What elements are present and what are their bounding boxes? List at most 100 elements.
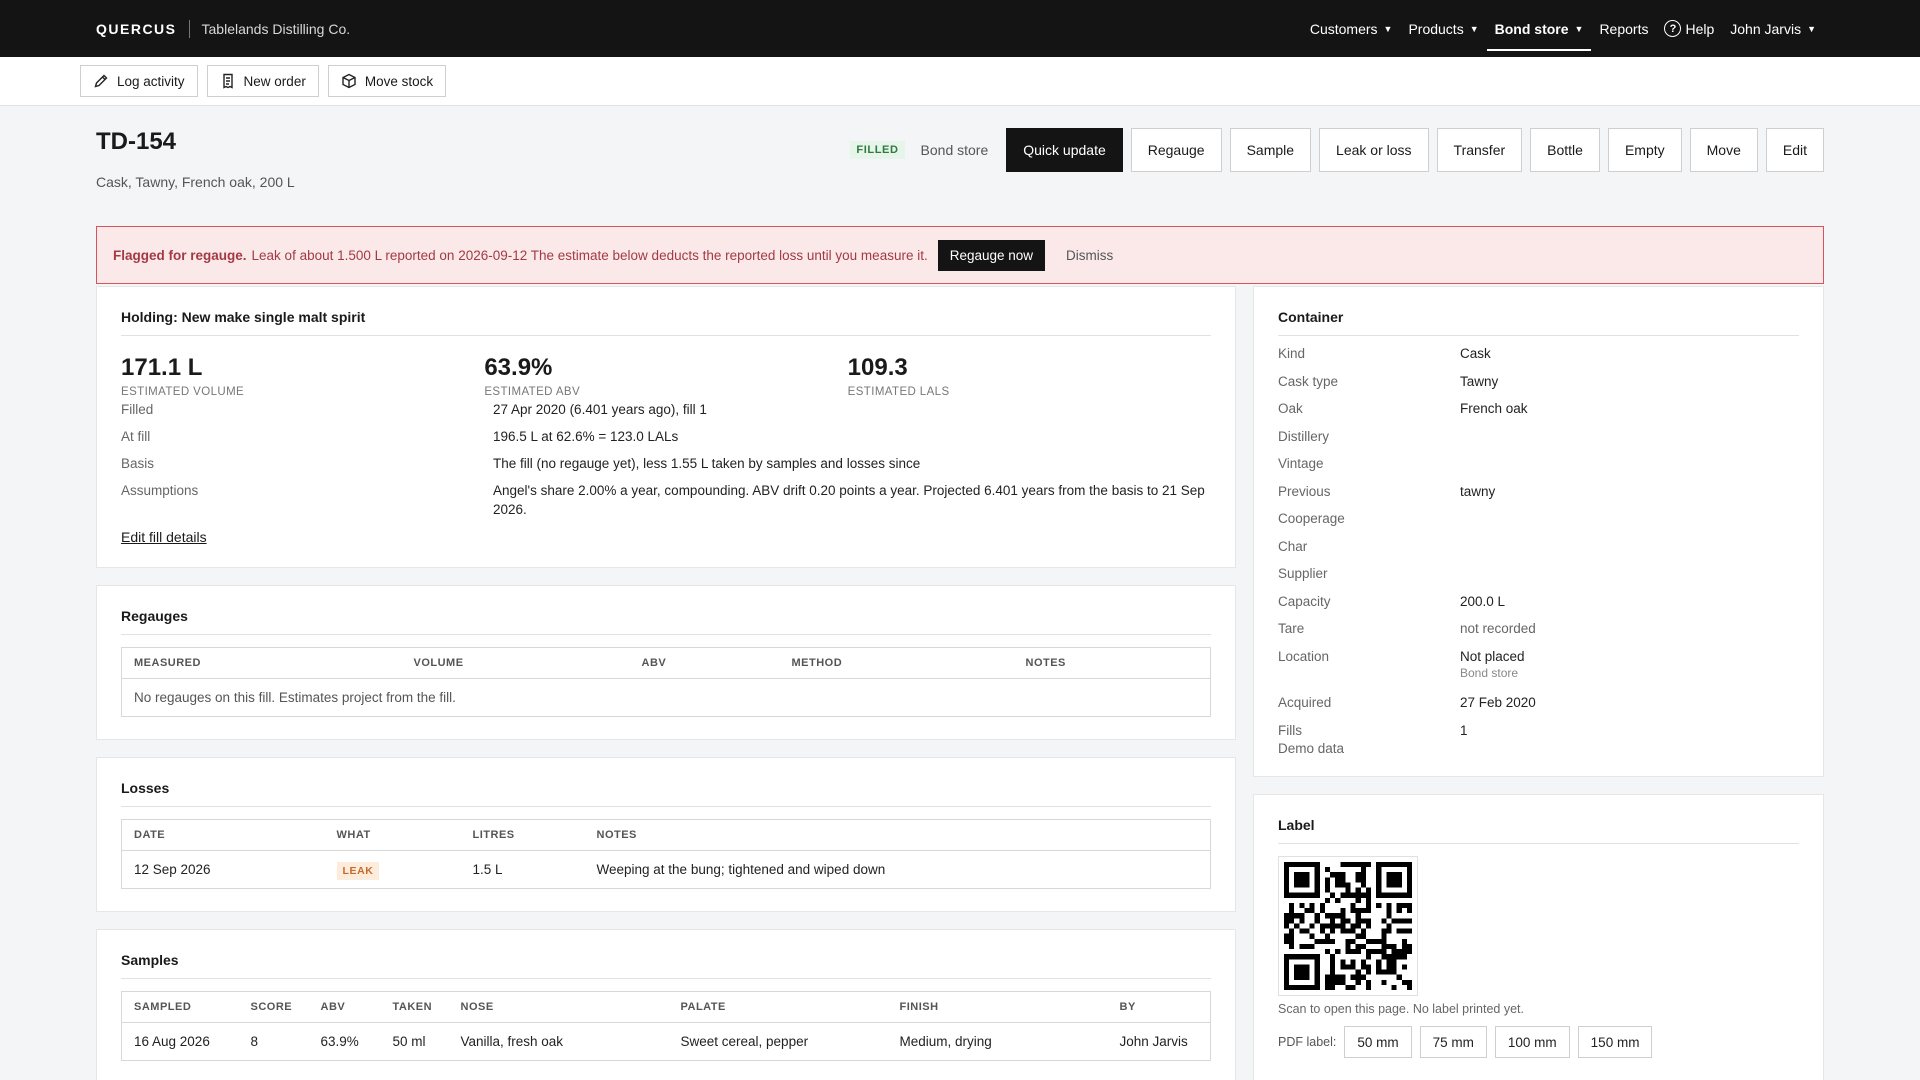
table-header: TAKEN [380, 991, 449, 1023]
new-order-label: New order [243, 73, 306, 89]
container-key: Fills [1278, 722, 1302, 738]
container-row: Oak French oak [1278, 400, 1799, 419]
regauges-card: Regauges MEASURED VOLUME ABV METHOD NOTE… [96, 585, 1236, 740]
container-row: Location Not placed [1278, 648, 1799, 667]
sample-date: 16 Aug 2026 [134, 1034, 210, 1049]
dismiss-alert-button[interactable]: Dismiss [1066, 248, 1113, 263]
detail-row: Basis The fill (no regauge yet), less 1.5… [121, 454, 1211, 473]
qr-caption: Scan to open this page. No label printed… [1278, 1002, 1524, 1016]
nav-help[interactable]: ? Help [1656, 0, 1722, 57]
empty-button[interactable]: Empty [1607, 128, 1682, 172]
chevron-down-icon: ▼ [1469, 23, 1479, 34]
detail-value: Angel's share 2.00% a year, compounding.… [493, 483, 1205, 517]
stat-abv-value: 63.9% [484, 354, 553, 381]
container-value: 27 Feb 2020 [1460, 695, 1536, 710]
nav-customers[interactable]: Customers ▼ [1302, 0, 1401, 57]
pdf-75mm-button[interactable]: 75 mm [1419, 1026, 1487, 1058]
top-navbar: QUERCUS Tablelands Distilling Co. Custom… [0, 0, 1920, 57]
receipt-icon [222, 73, 233, 89]
move-stock-button[interactable]: Move stock [327, 65, 447, 97]
demo-data-note: Demo data [1278, 741, 1345, 756]
new-order-button[interactable]: New order [206, 65, 319, 97]
container-title: Container [1278, 309, 1799, 336]
regauge-now-button[interactable]: Regauge now [937, 239, 1046, 271]
nav-products[interactable]: Products ▼ [1400, 0, 1486, 57]
table-header: SCORE [238, 991, 309, 1023]
qr-code [1278, 856, 1418, 996]
container-key: Previous [1278, 483, 1331, 499]
log-activity-label: Log activity [117, 73, 185, 89]
stat-volume-label: ESTIMATED VOLUME [121, 386, 245, 398]
leak-or-loss-button[interactable]: Leak or loss [1319, 128, 1429, 172]
sample-by: John Jarvis [1119, 1034, 1188, 1049]
stat-lals-label: ESTIMATED LALS [847, 386, 950, 398]
sample-score: 8 [250, 1034, 259, 1049]
right-column: Container Kind Cask Cask type Tawny Oak Fre… [1253, 286, 1824, 1080]
stat-abv-label: ESTIMATED ABV [484, 386, 581, 398]
container-value: Cask [1460, 346, 1491, 361]
samples-table: SAMPLED SCORE ABV TAKEN NOSE PALATE FINI… [121, 991, 1211, 1061]
empty-state: No regauges on this fill. Estimates proj… [134, 690, 456, 705]
user-menu[interactable]: John Jarvis ▼ [1722, 0, 1824, 57]
detail-key: Filled [121, 402, 154, 417]
location-text: Bond store [920, 142, 989, 158]
holding-details: Filled 27 Apr 2020 (6.401 years ago), fil… [121, 400, 1211, 519]
detail-key: Assumptions [121, 483, 199, 498]
table-header: BY [1107, 991, 1211, 1023]
container-key: Kind [1278, 346, 1306, 361]
container-row: Cask type Tawny [1278, 373, 1799, 392]
move-button[interactable]: Move [1689, 128, 1758, 172]
brand-logo[interactable]: QUERCUS [96, 21, 177, 37]
stat-volume-value: 171.1 L [121, 354, 203, 381]
sample-finish: Medium, drying [899, 1034, 992, 1049]
pdf-100mm-button[interactable]: 100 mm [1494, 1026, 1570, 1058]
label-card: Label Scan to open this page. No label p… [1253, 794, 1824, 1080]
container-value: 200.0 L [1460, 593, 1506, 609]
log-activity-button[interactable]: Log activity [80, 65, 198, 97]
table-row: No regauges on this fill. Estimates proj… [122, 679, 1211, 717]
bottle-button[interactable]: Bottle [1530, 128, 1600, 172]
move-stock-label: Move stock [364, 73, 434, 89]
quick-update-button[interactable]: Quick update [1006, 128, 1123, 172]
container-row: Cooperage [1278, 510, 1799, 529]
pencil-icon [94, 74, 108, 88]
pdf-150mm-button[interactable]: 150 mm [1577, 1026, 1653, 1058]
container-details: Kind Cask Cask type Tawny Oak French oak Di… [1278, 345, 1799, 758]
location-subnote: Bond store [1460, 666, 1519, 680]
nav-reports[interactable]: Reports [1591, 0, 1656, 57]
losses-table: DATE WHAT LITRES NOTES 12 Sep 2026 LEAK … [121, 819, 1211, 889]
table-header: ABV [629, 647, 780, 679]
container-value: 1 [1460, 722, 1468, 738]
container-row: Vintage [1278, 455, 1799, 474]
nav-bond-store-label: Bond store [1494, 20, 1569, 37]
table-header: LITRES [460, 819, 585, 851]
container-row: Distillery [1278, 428, 1799, 447]
container-key: Acquired [1278, 695, 1332, 710]
stat-volume: 171.1 L ESTIMATED VOLUME [121, 354, 484, 398]
nav-products-label: Products [1408, 20, 1464, 37]
edit-button[interactable]: Edit [1765, 128, 1824, 172]
pdf-50mm-button[interactable]: 50 mm [1344, 1026, 1412, 1058]
stat-abv: 63.9% ESTIMATED ABV [484, 354, 847, 398]
detail-value: The fill (no regauge yet), less 1.55 L t… [493, 456, 921, 471]
alert-message: Leak of about 1.500 L reported on 2026-0… [251, 247, 928, 263]
page-subtitle: Cask, Tawny, French oak, 200 L [96, 174, 295, 190]
pdf-label-row: PDF label: 50 mm 75 mm 100 mm 150 mm [1278, 1026, 1799, 1058]
nav-bond-store[interactable]: Bond store ▼ [1486, 0, 1592, 57]
container-row: Acquired 27 Feb 2020 [1278, 694, 1799, 713]
table-header: NOSE [448, 991, 669, 1023]
container-value: tawny [1460, 483, 1496, 499]
detail-row: Assumptions Angel's share 2.00% a year, c… [121, 481, 1211, 519]
help-circle-icon: ? [1664, 20, 1682, 37]
transfer-button[interactable]: Transfer [1436, 128, 1523, 172]
edit-fill-details-link[interactable]: Edit fill details [121, 529, 207, 545]
loss-notes: Weeping at the bung; tightened and wiped… [596, 862, 886, 877]
regauge-button[interactable]: Regauge [1130, 128, 1222, 172]
label-title: Label [1278, 817, 1799, 844]
nav-help-label: Help [1685, 20, 1715, 37]
container-row: Previous tawny [1278, 483, 1799, 502]
container-row: Tare not recorded [1278, 620, 1799, 639]
samples-title: Samples [121, 952, 1211, 979]
container-row: Fills 1 [1278, 722, 1799, 741]
sample-button[interactable]: Sample [1229, 128, 1312, 172]
